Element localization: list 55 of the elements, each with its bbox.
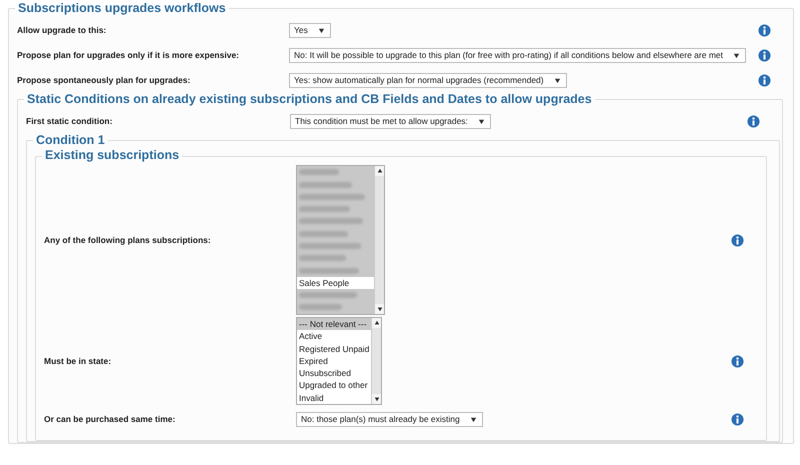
field-label: Or can be purchased same time: [44, 413, 176, 426]
caret-icon [478, 118, 485, 124]
field-label: Propose spontaneously plan for upgrades: [17, 74, 192, 87]
scrollbar[interactable] [374, 166, 384, 314]
field-label: Allow upgrade to this: [17, 24, 108, 37]
list-box[interactable]: --- Not relevant --- Active Registered Unpaid Expired Unsubscribed Upgraded to other Invalid [296, 316, 382, 406]
info-icon[interactable] [758, 48, 771, 62]
list-option[interactable]: Sales People [297, 276, 374, 290]
list-option[interactable]: Expired [297, 354, 371, 368]
dropdown[interactable]: This condition must be met to allow upgrades: [290, 114, 491, 128]
section-legend: Static Conditions on already existing subscriptions and CB Fields and Dates to allow upgrades [24, 92, 595, 106]
redacted-option[interactable] [297, 190, 374, 204]
caret-icon [470, 416, 477, 423]
list-option[interactable]: Unsubscribed [297, 367, 371, 380]
dropdown[interactable]: Yes [289, 22, 331, 38]
info-icon[interactable] [731, 234, 744, 246]
scrollbar[interactable] [371, 318, 381, 404]
section-legend: Existing subscriptions [42, 149, 182, 163]
redacted-option[interactable] [297, 301, 374, 314]
field-label: Propose plan for upgrades only if it is more expensive: [17, 48, 240, 62]
list-option[interactable]: --- Not relevant --- [297, 318, 371, 330]
redacted-option[interactable] [297, 240, 374, 252]
list-box[interactable]: Sales People [296, 165, 385, 315]
redacted-option[interactable] [297, 215, 374, 228]
redacted-option[interactable] [297, 289, 374, 302]
list-option[interactable]: Invalid [297, 392, 371, 404]
caret-icon [554, 76, 561, 84]
scroll-up-icon [376, 168, 382, 174]
field-label: Any of the following plans subscriptions: [44, 234, 212, 246]
field-label: Must be in state: [44, 354, 112, 368]
info-icon[interactable] [758, 74, 771, 87]
redacted-option[interactable] [297, 203, 374, 216]
section-legend: Condition 1 [33, 134, 108, 148]
redacted-option[interactable] [297, 166, 374, 179]
dropdown[interactable]: No: It will be possible to upgrade to this plan (for free with pro-rating) if all conditions below and elsewhere are met [289, 48, 746, 63]
info-icon[interactable] [747, 114, 760, 128]
redacted-option[interactable] [297, 228, 374, 240]
scroll-down-icon [374, 396, 380, 402]
field-label: First static condition: [26, 114, 114, 128]
redacted-option[interactable] [297, 252, 374, 265]
scroll-up-icon [374, 320, 380, 326]
redacted-option[interactable] [297, 178, 374, 191]
dropdown[interactable]: No: those plan(s) must already be existing [296, 412, 483, 427]
list-option[interactable]: Upgraded to other [297, 379, 371, 392]
redacted-option[interactable] [297, 264, 374, 277]
dropdown[interactable]: Yes: show automatically plan for normal upgrades (recommended) [289, 72, 567, 88]
scroll-down-icon [376, 306, 382, 312]
list-option[interactable]: Active [297, 330, 371, 343]
list-option[interactable]: Registered Unpaid [297, 342, 371, 355]
info-icon[interactable] [758, 24, 771, 37]
info-icon[interactable] [731, 413, 744, 426]
caret-icon [733, 52, 740, 59]
info-icon[interactable] [731, 354, 744, 368]
section-legend: Subscriptions upgrades workflows [15, 2, 229, 16]
caret-icon [318, 26, 325, 34]
